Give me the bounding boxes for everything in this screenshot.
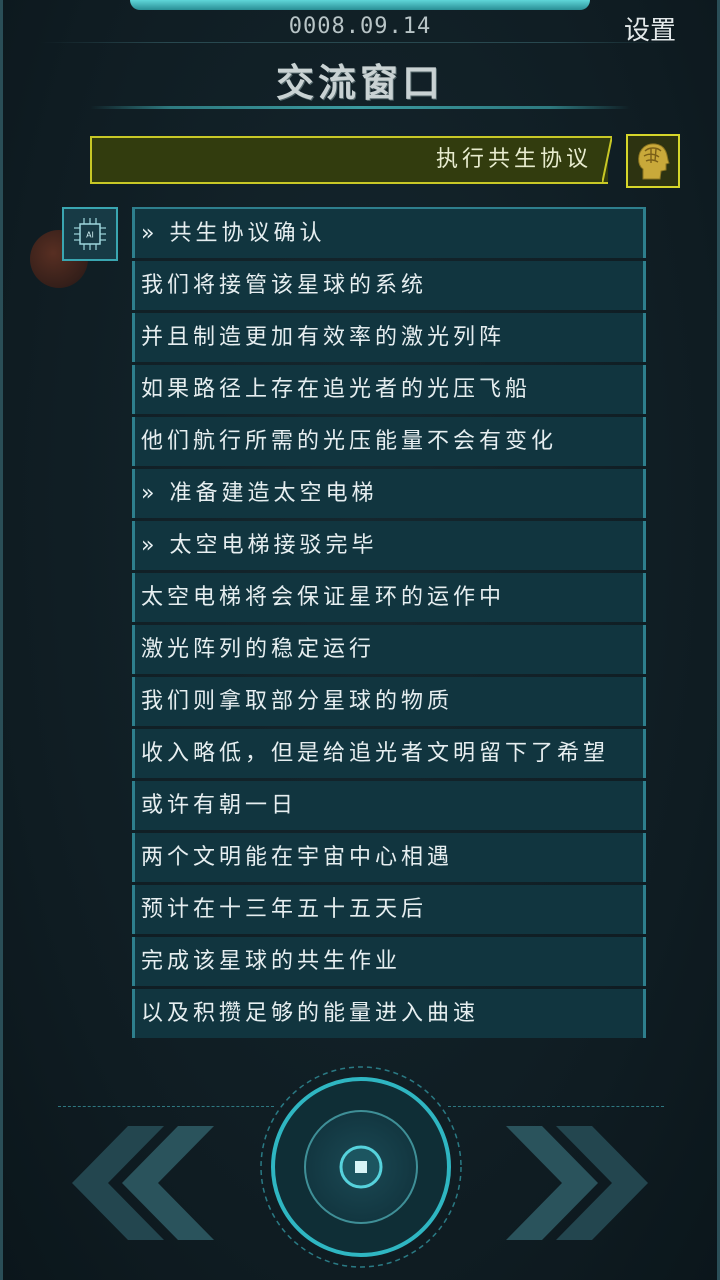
player-message-tip [602, 136, 612, 184]
list-item: » 共生协议确认 [132, 207, 646, 258]
title-underline [90, 106, 630, 109]
list-item: 以及积攒足够的能量进入曲速 [132, 989, 646, 1038]
list-item: 并且制造更加有效率的激光列阵 [132, 313, 646, 362]
center-button[interactable] [270, 1076, 452, 1258]
page-title: 交流窗口 [275, 61, 444, 105]
list-item: 我们将接管该星球的系统 [132, 261, 646, 310]
player-avatar [626, 134, 680, 188]
list-item: 收入略低，但是给追光者文明留下了希望 [132, 729, 646, 778]
header-divider-top [40, 42, 680, 43]
list-item: 太空电梯将会保证星环的运作中 [132, 573, 646, 622]
date-display: 0008.09.14 [288, 14, 432, 39]
list-item: » 太空电梯接驳完毕 [132, 521, 646, 570]
list-item: 如果路径上存在追光者的光压飞船 [132, 365, 646, 414]
top-decor-bar [130, 0, 590, 10]
list-item: 预计在十三年五十五天后 [132, 885, 646, 934]
ai-avatar: AI [62, 207, 118, 261]
ai-chip-label: AI [86, 231, 94, 240]
list-item: 或许有朝一日 [132, 781, 646, 830]
brain-head-icon [638, 143, 670, 180]
player-message: 执行共生协议 [90, 136, 608, 184]
double-chevron-right-icon[interactable] [504, 1126, 654, 1240]
settings-button[interactable]: 设置 [624, 10, 676, 47]
ai-chip-icon: AI [74, 218, 106, 250]
list-item: 他们航行所需的光压能量不会有变化 [132, 417, 646, 466]
list-item: 两个文明能在宇宙中心相遇 [132, 833, 646, 882]
bottom-divider-right [448, 1106, 664, 1107]
list-item: 完成该星球的共生作业 [132, 937, 646, 986]
bottom-divider-left [58, 1106, 274, 1107]
list-item: » 准备建造太空电梯 [132, 469, 646, 518]
stop-square-icon [271, 1077, 451, 1257]
list-item: 我们则拿取部分星球的物质 [132, 677, 646, 726]
message-list: » 共生协议确认 我们将接管该星球的系统 并且制造更加有效率的激光列阵 如果路径… [132, 207, 648, 1041]
double-chevron-left-icon[interactable] [66, 1126, 216, 1240]
list-item: 激光阵列的稳定运行 [132, 625, 646, 674]
